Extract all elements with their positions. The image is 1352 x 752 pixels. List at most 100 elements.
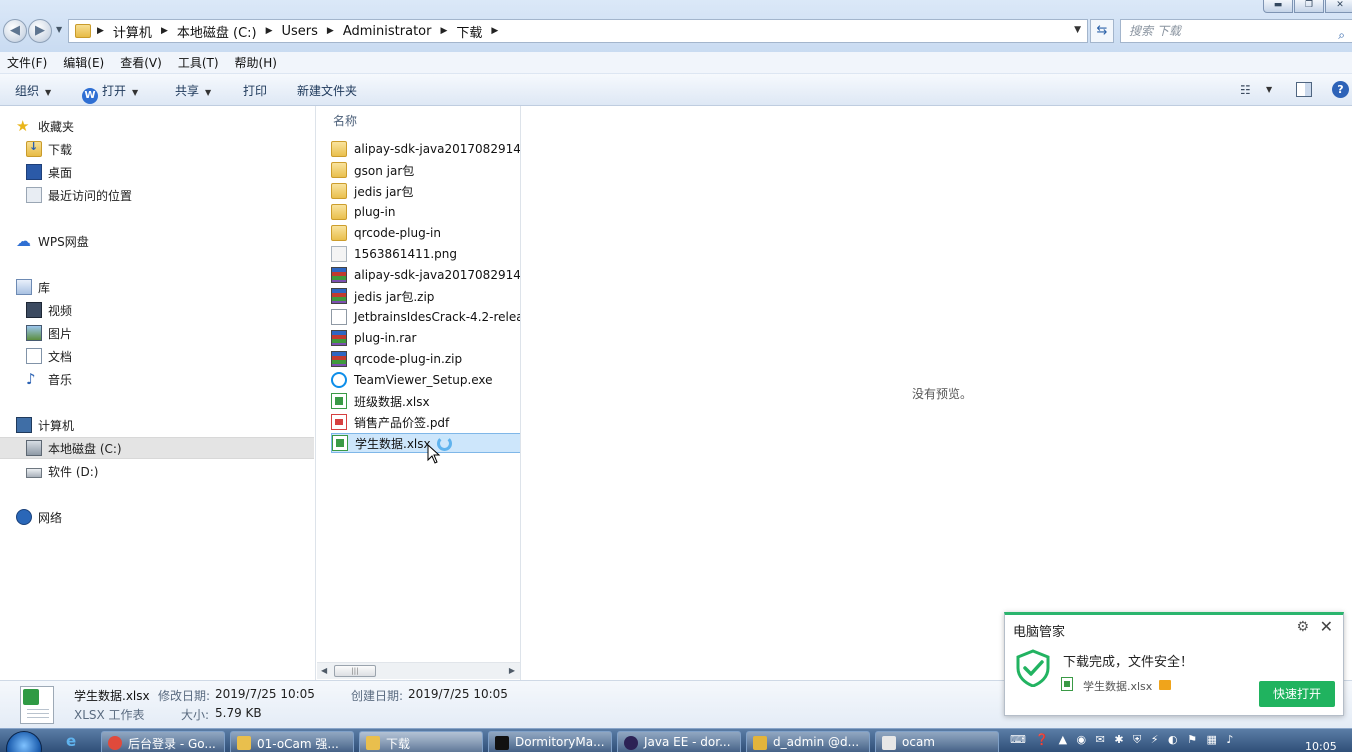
- print-button[interactable]: 打印: [243, 82, 267, 99]
- file-row[interactable]: 销售产品价签.pdf: [331, 412, 520, 432]
- maximize-button[interactable]: ❐: [1294, 0, 1324, 13]
- nav-computer[interactable]: 计算机: [16, 414, 74, 436]
- chevron-down-icon: ▼: [45, 88, 52, 97]
- quick-open-button[interactable]: 快速打开: [1259, 681, 1335, 707]
- file-row[interactable]: jedis jar包.zip: [331, 286, 520, 306]
- gear-icon[interactable]: ⚙: [1296, 619, 1309, 635]
- file-row[interactable]: TeamViewer_Setup.exe: [331, 370, 520, 390]
- share-button[interactable]: 共享 ▼: [175, 82, 211, 99]
- nav-wps-cloud[interactable]: ☁ WPS网盘: [16, 230, 89, 252]
- menu-edit[interactable]: 编辑(E): [63, 54, 104, 71]
- archive-icon: [331, 351, 347, 367]
- crumb-separator[interactable]: ▶: [491, 26, 498, 36]
- taskbar-item-downloads[interactable]: 下载: [359, 731, 483, 752]
- minimize-button[interactable]: ▬: [1263, 0, 1293, 13]
- created-label: 创建日期:: [351, 689, 404, 703]
- nav-drive-c[interactable]: 本地磁盘 (C:): [0, 437, 314, 459]
- crumb-separator[interactable]: ▶: [161, 26, 168, 36]
- nav-recent-places[interactable]: 最近访问的位置: [26, 184, 132, 206]
- scrollbar-thumb[interactable]: |||: [334, 665, 376, 677]
- horizontal-scrollbar[interactable]: ◀ ||| ▶: [317, 662, 520, 679]
- forward-button[interactable]: ▶: [28, 19, 52, 43]
- taskbar-item-db-client[interactable]: d_admin @d...: [746, 731, 870, 752]
- internet-explorer-icon[interactable]: e: [66, 732, 76, 750]
- nav-pictures[interactable]: 图片: [26, 322, 72, 344]
- view-options-icon[interactable]: ☷: [1240, 83, 1251, 97]
- search-placeholder: 搜索 下载: [1129, 24, 1181, 38]
- file-row[interactable]: plug-in: [331, 202, 520, 222]
- system-tray-icons[interactable]: ⌨ ❓ ▲ ◉ ✉ ✱ ⛨ ⚡ ◐ ⚑ ▦ ♪: [1010, 733, 1236, 747]
- file-row[interactable]: alipay-sdk-java20170829142: [331, 265, 520, 285]
- task-label: Java EE - dor...: [644, 735, 731, 749]
- recent-pages-dropdown[interactable]: ▼: [56, 25, 62, 34]
- nav-libraries[interactable]: 库: [16, 276, 50, 298]
- crumb-drive-c[interactable]: 本地磁盘 (C:): [177, 22, 257, 41]
- crumb-downloads[interactable]: 下载: [456, 22, 482, 41]
- file-row[interactable]: plug-in.rar: [331, 328, 520, 348]
- crumb-users[interactable]: Users: [282, 24, 318, 39]
- new-folder-button[interactable]: 新建文件夹: [297, 82, 357, 99]
- organize-button[interactable]: 组织 ▼: [15, 82, 51, 99]
- nav-favorites[interactable]: ★ 收藏夹: [16, 115, 74, 137]
- address-dropdown-icon[interactable]: ▼: [1074, 25, 1081, 35]
- taskbar-item-intellij[interactable]: DormitoryMa...: [488, 731, 612, 752]
- scroll-right-icon[interactable]: ▶: [509, 666, 515, 675]
- nav-label: 下载: [48, 142, 73, 157]
- file-name: 学生数据.xlsx: [355, 436, 431, 451]
- menu-file[interactable]: 文件(F): [7, 54, 47, 71]
- crumb-separator[interactable]: ▶: [266, 26, 273, 36]
- start-button[interactable]: [6, 731, 42, 752]
- file-row[interactable]: alipay-sdk-java20170829142: [331, 139, 520, 159]
- help-icon[interactable]: ?: [1332, 81, 1349, 98]
- file-row[interactable]: JetbrainsIdesCrack-4.2-relea: [331, 307, 520, 327]
- file-row[interactable]: qrcode-plug-in.zip: [331, 349, 520, 369]
- chevron-down-icon[interactable]: ▼: [1266, 85, 1272, 94]
- refresh-button[interactable]: ⇆: [1090, 19, 1114, 43]
- menu-view[interactable]: 查看(V): [120, 54, 162, 71]
- crumb-separator[interactable]: ▶: [97, 26, 104, 36]
- crumb-separator[interactable]: ▶: [327, 26, 334, 36]
- crumb-separator[interactable]: ▶: [440, 26, 447, 36]
- crumb-administrator[interactable]: Administrator: [343, 24, 432, 39]
- taskbar-item-ocam[interactable]: ocam: [875, 731, 999, 752]
- taskbar-item-ocam-folder[interactable]: 01-oCam 强...: [230, 731, 354, 752]
- file-row-selected[interactable]: 学生数据.xlsx: [331, 433, 520, 453]
- nav-downloads[interactable]: 下载: [26, 138, 72, 160]
- notification-file[interactable]: 学生数据.xlsx: [1083, 678, 1152, 694]
- preview-pane-toggle-icon[interactable]: [1296, 82, 1312, 97]
- file-row[interactable]: gson jar包: [331, 160, 520, 180]
- menu-tools[interactable]: 工具(T): [178, 54, 219, 71]
- text-file-icon: [331, 309, 347, 325]
- nav-music[interactable]: ♪ 音乐: [26, 368, 72, 390]
- scroll-left-icon[interactable]: ◀: [321, 666, 327, 675]
- nav-network[interactable]: 网络: [16, 506, 62, 528]
- breadcrumb[interactable]: ▶ 计算机 ▶ 本地磁盘 (C:) ▶ Users ▶ Administrato…: [68, 19, 1088, 43]
- mouse-pointer-icon: [427, 444, 441, 464]
- search-input[interactable]: 搜索 下载 ⌕: [1120, 19, 1352, 43]
- search-icon[interactable]: ⌕: [1338, 24, 1345, 46]
- close-icon[interactable]: ✕: [1320, 617, 1333, 636]
- back-button[interactable]: ◀: [3, 19, 27, 43]
- menu-help[interactable]: 帮助(H): [235, 54, 277, 71]
- file-row[interactable]: 1563861411.png: [331, 244, 520, 264]
- clock[interactable]: 10:05: [1305, 740, 1337, 752]
- nav-drive-d[interactable]: 软件 (D:): [26, 460, 98, 482]
- navigation-pane: ★ 收藏夹 下载 桌面 最近访问的位置 ☁ WPS网盘 库 视频 图片 文档 ♪…: [0, 106, 316, 680]
- file-row[interactable]: jedis jar包: [331, 181, 520, 201]
- folder-icon: [331, 141, 347, 157]
- close-button[interactable]: ✕: [1325, 0, 1352, 13]
- folder-icon[interactable]: [1159, 680, 1171, 690]
- column-header-name[interactable]: 名称: [333, 112, 357, 129]
- spreadsheet-icon: [1061, 677, 1073, 691]
- nav-documents[interactable]: 文档: [26, 345, 72, 367]
- taskbar-item-chrome[interactable]: 后台登录 - Go...: [101, 731, 225, 752]
- nav-desktop[interactable]: 桌面: [26, 161, 72, 183]
- crumb-computer[interactable]: 计算机: [113, 22, 152, 41]
- open-button[interactable]: W 打开 ▼: [82, 82, 138, 104]
- file-row[interactable]: qrcode-plug-in: [331, 223, 520, 243]
- database-icon: [753, 736, 767, 750]
- modified-value: 2019/7/25 10:05: [215, 687, 315, 701]
- nav-videos[interactable]: 视频: [26, 299, 72, 321]
- file-row[interactable]: 班级数据.xlsx: [331, 391, 520, 411]
- taskbar-item-eclipse[interactable]: Java EE - dor...: [617, 731, 741, 752]
